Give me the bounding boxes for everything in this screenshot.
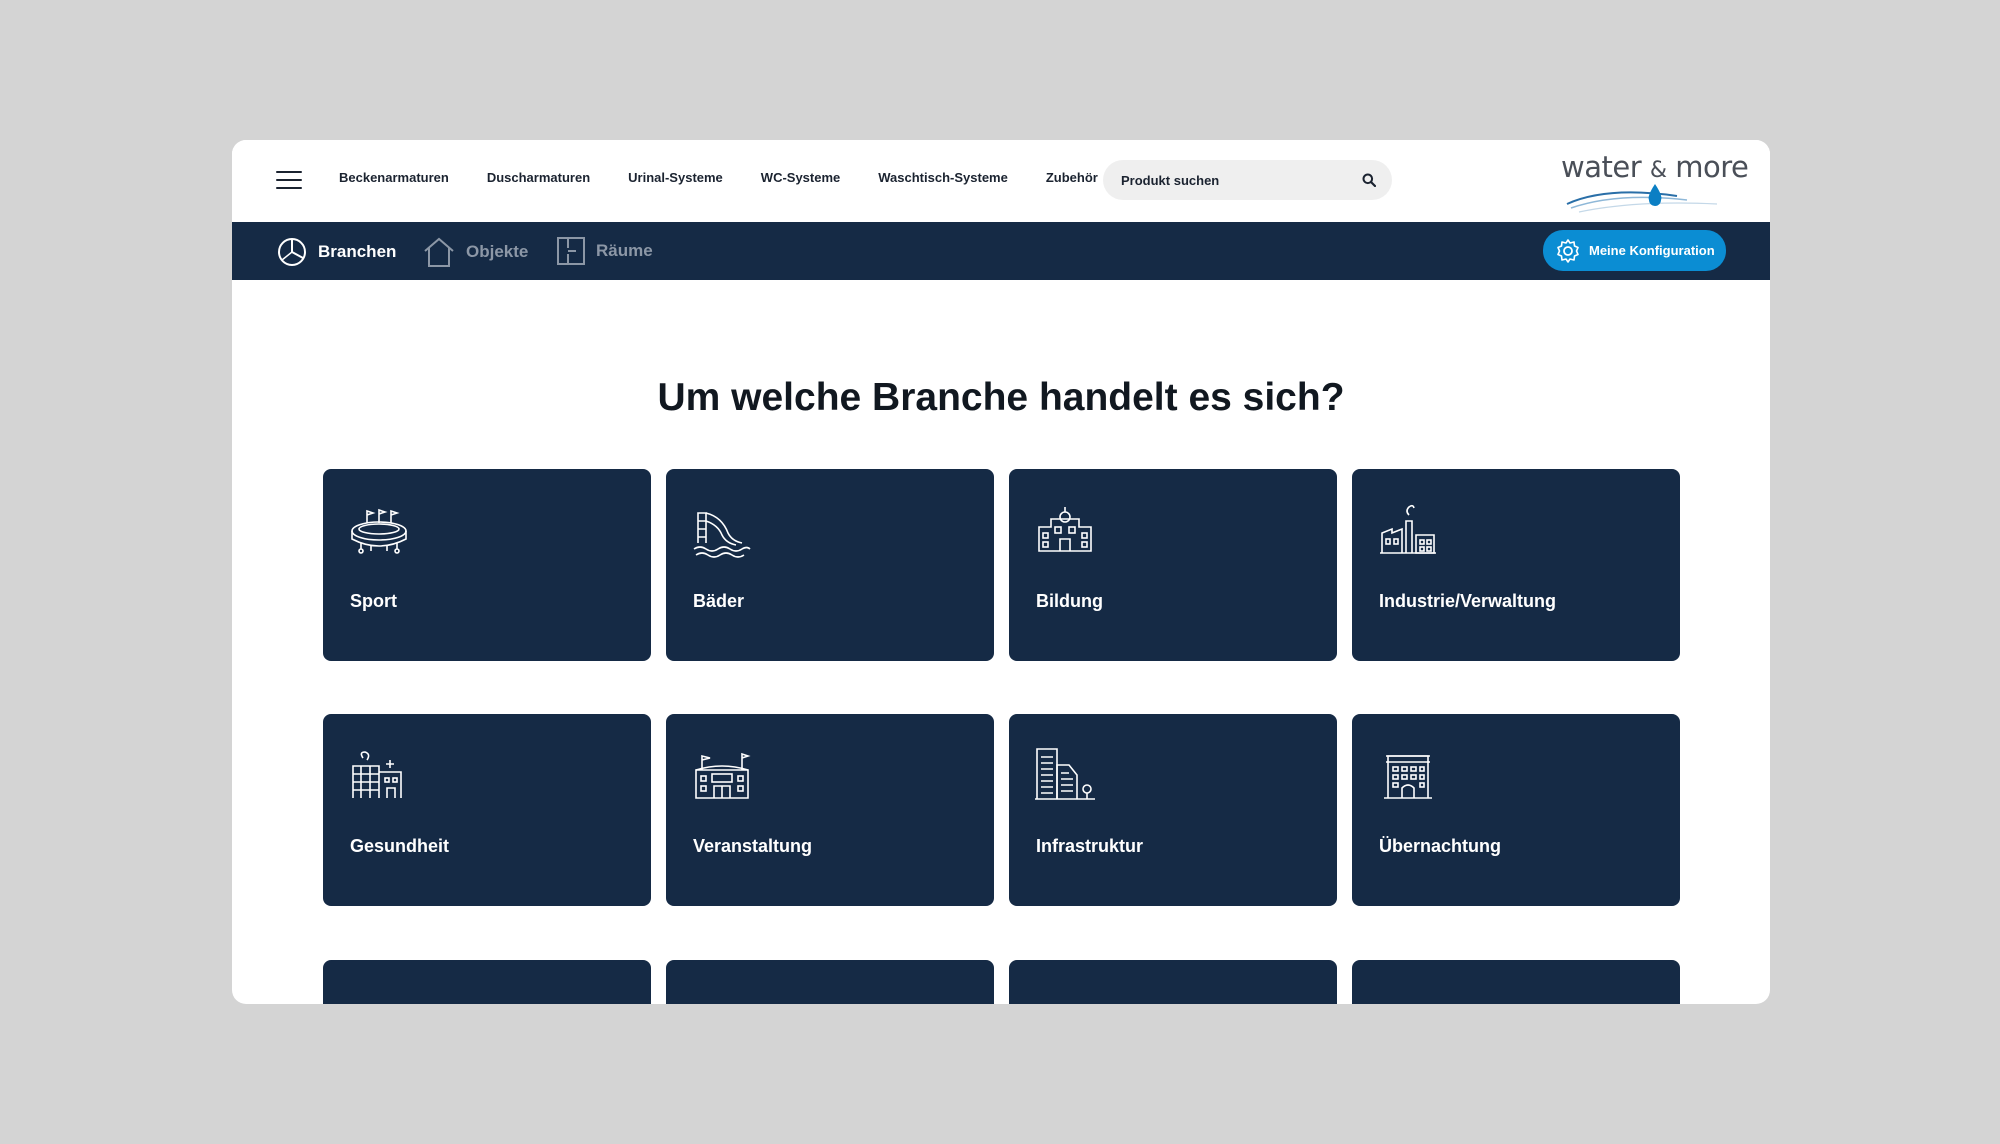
hotel-icon <box>1384 755 1432 799</box>
branch-card-partial-2[interactable] <box>666 960 994 1004</box>
menu-icon[interactable] <box>276 171 302 189</box>
branch-card-partial-4[interactable] <box>1352 960 1680 1004</box>
water-drop-icon <box>1566 184 1718 213</box>
hospital-icon <box>352 751 402 798</box>
search-icon[interactable] <box>1362 173 1376 187</box>
page-title: Um welche Branche handelt es sich? <box>657 376 1345 419</box>
branch-card-uebernachtung[interactable]: Übernachtung <box>1352 714 1680 906</box>
nav-link-urinal-systeme[interactable]: Urinal-Systeme <box>628 170 723 185</box>
app-window: Beckenarmaturen Duscharmaturen Urinal-Sy… <box>232 140 1770 1004</box>
skyscraper-icon <box>1035 748 1095 800</box>
logo-wordmark: water & more <box>1561 150 1749 184</box>
school-icon <box>1038 507 1092 552</box>
branch-card-veranstaltung[interactable]: Veranstaltung <box>666 714 994 906</box>
step-navigation: Branchen Objekte Räume Meine Konfigurati… <box>232 222 1770 280</box>
floorplan-icon <box>557 237 585 265</box>
nav-link-waschtisch-systeme[interactable]: Waschtisch-Systeme <box>878 170 1008 185</box>
step-branchen[interactable]: Branchen <box>276 236 396 268</box>
branch-card-bildung[interactable]: Bildung <box>1009 469 1337 661</box>
branch-card-partial-1[interactable] <box>323 960 651 1004</box>
step-raeume[interactable]: Räume <box>556 236 653 266</box>
branch-card-sport[interactable]: Sport <box>323 469 651 661</box>
step-objekte[interactable]: Objekte <box>422 236 528 268</box>
category-nav: Beckenarmaturen Duscharmaturen Urinal-Sy… <box>339 170 1136 185</box>
branch-card-baeder[interactable]: Bäder <box>666 469 994 661</box>
branch-card-industrie-verwaltung[interactable]: Industrie/Verwaltung <box>1352 469 1680 661</box>
factory-icon <box>1380 504 1436 554</box>
my-configuration-button[interactable]: Meine Konfiguration <box>1543 230 1726 271</box>
branch-card-gesundheit[interactable]: Gesundheit <box>323 714 651 906</box>
gear-icon <box>1557 238 1579 263</box>
round-building-icon <box>349 994 409 1004</box>
house-icon <box>424 237 454 267</box>
brand-logo[interactable]: water & more <box>1557 144 1749 216</box>
search-input[interactable] <box>1121 170 1341 190</box>
branch-card-partial-3[interactable] <box>1009 960 1337 1004</box>
event-hall-icon <box>695 752 751 799</box>
tower-icon <box>692 994 752 1004</box>
nav-link-beckenarmaturen[interactable]: Beckenarmaturen <box>339 170 449 185</box>
nav-link-zubehoer[interactable]: Zubehör <box>1046 170 1098 185</box>
pie-chart-icon <box>278 238 306 266</box>
top-navigation: Beckenarmaturen Duscharmaturen Urinal-Sy… <box>232 140 1770 222</box>
search-box <box>1103 160 1392 200</box>
nav-link-duscharmaturen[interactable]: Duscharmaturen <box>487 170 590 185</box>
nav-link-wc-systeme[interactable]: WC-Systeme <box>761 170 840 185</box>
waterslide-icon <box>693 512 751 558</box>
stadium-icon <box>351 508 407 554</box>
mountain-sun-icon <box>1035 994 1095 1004</box>
building-icon <box>1378 994 1438 1004</box>
branch-card-infrastruktur[interactable]: Infrastruktur <box>1009 714 1337 906</box>
